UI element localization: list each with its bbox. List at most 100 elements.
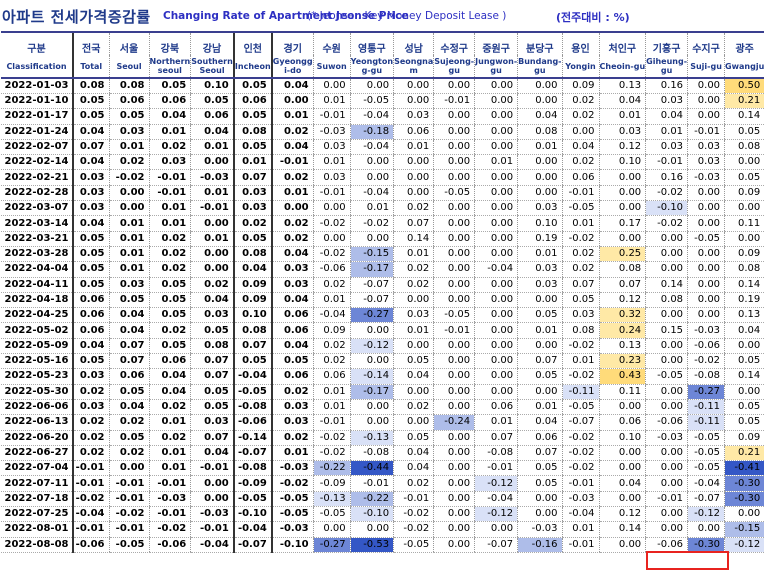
rate-cell: 0.02 <box>72 384 109 400</box>
rate-cell: 0.02 <box>108 445 149 462</box>
rate-cell: 0.04 <box>72 215 109 232</box>
column-header-ko: 성남 <box>393 31 434 55</box>
rate-cell: 0.07 <box>190 430 234 446</box>
rate-cell: 0.05 <box>148 277 191 293</box>
rate-cell: 0.00 <box>433 338 475 355</box>
rate-cell: 0.00 <box>474 322 518 339</box>
rate-cell: 0.05 <box>724 399 765 416</box>
column-header-ko: 영통구 <box>349 31 394 55</box>
rate-cell: 0.05 <box>232 78 272 94</box>
rate-cell: 0.03 <box>517 261 562 278</box>
rate-cell: 0.04 <box>270 139 314 156</box>
rate-cell: 0.13 <box>598 78 646 94</box>
rate-cell: 0.06 <box>561 169 599 186</box>
rate-cell: 0.12 <box>598 506 646 523</box>
rate-cell: -0.04 <box>474 491 518 508</box>
rate-cell: 0.00 <box>474 108 518 125</box>
rate-cell: 0.04 <box>72 154 109 171</box>
rate-cell: 0.19 <box>724 292 765 309</box>
rate-cell: 0.05 <box>190 399 234 416</box>
rate-cell: 0.05 <box>393 430 434 446</box>
rate-cell: 0.04 <box>270 338 314 355</box>
rate-cell: 0.06 <box>598 414 646 431</box>
rate-cell: -0.02 <box>148 521 191 538</box>
rate-cell: -0.06 <box>645 414 688 431</box>
rate-cell: 0.19 <box>517 231 562 247</box>
row-date: 2022-07-04 <box>1 460 73 477</box>
rate-cell: 0.03 <box>270 399 314 416</box>
rate-cell: 0.03 <box>108 277 149 293</box>
rate-cell: 0.14 <box>393 231 434 247</box>
rate-cell: 0.02 <box>148 322 191 339</box>
rate-cell: 0.25 <box>598 246 646 263</box>
rate-cell: 0.00 <box>517 154 562 171</box>
rate-cell: 0.04 <box>232 261 272 278</box>
column-header-en: Southern Seoul <box>190 55 234 79</box>
rate-cell: -0.53 <box>349 537 394 553</box>
rate-cell: 0.01 <box>270 185 314 202</box>
table-row: 2022-05-16 0.05 0.07 0.06 0.07 0.05 0.05 0.02 0.… <box>1 353 765 370</box>
table-row: 2022-05-09 0.04 0.07 0.05 0.08 0.07 0.04 0.02 -0… <box>1 338 765 355</box>
row-date: 2022-06-13 <box>1 414 73 431</box>
rate-cell: 0.04 <box>598 475 646 492</box>
rate-cell: 0.06 <box>72 292 109 309</box>
rate-cell: 0.00 <box>349 353 394 370</box>
rate-cell: 0.10 <box>517 215 562 232</box>
rate-cell: 0.00 <box>433 491 475 508</box>
rate-cell: 0.03 <box>270 277 314 293</box>
rate-cell: 0.00 <box>393 93 434 110</box>
rate-cell: 0.01 <box>190 185 234 202</box>
rate-cell: 0.02 <box>561 154 599 171</box>
rate-cell: 0.00 <box>433 399 475 416</box>
column-header-en: Incheon <box>232 55 272 79</box>
rate-cell: 0.04 <box>72 124 109 140</box>
rate-cell: 0.00 <box>474 231 518 247</box>
row-date: 2022-03-07 <box>1 200 73 217</box>
rate-cell: 0.15 <box>645 322 688 339</box>
rate-cell: -0.10 <box>232 506 272 523</box>
table-row: 2022-01-24 0.04 0.03 0.01 0.04 0.08 0.02 -0.03-… <box>1 124 765 140</box>
rate-cell: 0.00 <box>724 154 765 171</box>
rate-cell: 0.09 <box>561 78 599 94</box>
rate-cell: -0.07 <box>561 414 599 431</box>
rate-cell: -0.01 <box>72 460 109 477</box>
rate-cell: -0.02 <box>645 215 688 232</box>
rate-cell: 0.07 <box>190 368 234 385</box>
rate-cell: 0.00 <box>517 506 562 523</box>
rate-cell: 0.12 <box>598 292 646 309</box>
row-date: 2022-02-21 <box>1 169 73 186</box>
rate-cell: 0.02 <box>148 399 191 416</box>
rate-cell: -0.02 <box>349 215 394 232</box>
rate-cell: 0.02 <box>108 154 149 171</box>
rate-cell: 0.01 <box>598 108 646 125</box>
rate-cell: 0.04 <box>724 322 765 339</box>
rate-cell: -0.03 <box>270 460 314 477</box>
rate-cell: 0.06 <box>108 368 149 385</box>
column-header-ko: 구분 <box>1 31 73 55</box>
rate-cell: 0.00 <box>433 445 475 462</box>
rate-cell: -0.01 <box>645 491 688 508</box>
rate-cell: 0.02 <box>270 169 314 186</box>
rate-cell: 0.01 <box>232 154 272 171</box>
rate-cell: 0.00 <box>349 399 394 416</box>
rate-cell: -0.02 <box>312 430 351 446</box>
rate-cell: 0.00 <box>474 521 518 538</box>
rate-cell: 0.05 <box>724 414 765 431</box>
rate-cell: 0.04 <box>517 108 562 125</box>
rate-cell: -0.03 <box>517 521 562 538</box>
rate-cell: -0.04 <box>349 108 394 125</box>
table-row: 2022-04-25 0.06 0.04 0.05 0.03 0.10 0.06 -0.04-… <box>1 307 765 324</box>
rate-cell: 0.01 <box>393 139 434 156</box>
rate-cell: 0.00 <box>270 200 314 217</box>
rate-cell: 0.00 <box>645 475 688 492</box>
table-row: 2022-04-04 0.05 0.01 0.02 0.00 0.04 0.03 -0.06-… <box>1 261 765 278</box>
rate-cell: 0.08 <box>724 139 765 156</box>
rate-cell: 0.06 <box>232 93 272 110</box>
rate-cell: -0.05 <box>232 491 272 508</box>
rate-cell: 0.00 <box>474 78 518 94</box>
rate-cell: 0.01 <box>148 124 191 140</box>
rate-cell: 0.04 <box>393 445 434 462</box>
rate-cell: 0.08 <box>190 338 234 355</box>
rate-cell: 0.01 <box>108 139 149 156</box>
rate-cell: 0.03 <box>72 200 109 217</box>
